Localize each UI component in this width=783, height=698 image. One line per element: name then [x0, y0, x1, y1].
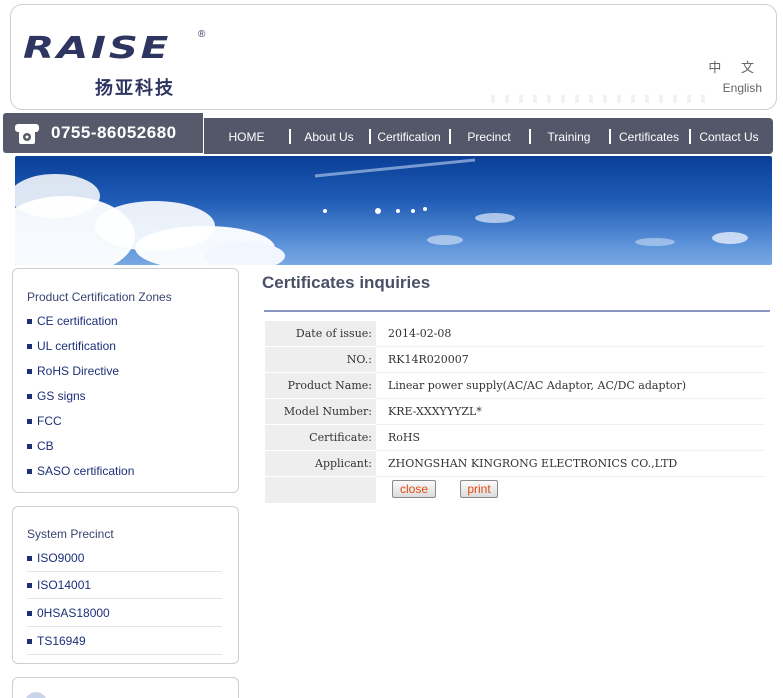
bullet-icon [27, 369, 32, 375]
label-number: NO.: [265, 347, 376, 372]
header-decoration [491, 95, 711, 103]
sidebar-item-ce[interactable]: CE certification [27, 314, 118, 328]
value-date-of-issue: 2014-02-08 [388, 327, 452, 340]
nav-certification[interactable]: Certification [369, 118, 449, 154]
sky-banner [15, 156, 772, 265]
value-certificate: RoHS [388, 431, 421, 444]
language-english-link[interactable]: English [723, 81, 762, 95]
banner-clouds-image [15, 158, 748, 265]
value-product-name: Linear power supply(AC/AC Adaptor, AC/DC… [388, 379, 687, 392]
product-certification-panel: Product Certification Zones CE certifica… [12, 268, 239, 493]
sidebar-item-ul[interactable]: UL certification [27, 339, 116, 353]
bullet-icon [27, 583, 32, 589]
label-applicant: Applicant: [265, 451, 376, 476]
print-button[interactable]: print [460, 480, 498, 498]
title-divider [264, 310, 770, 312]
site-header: RAISE ® 扬亚科技 中 文 English [10, 4, 777, 110]
sidebar-item-cb[interactable]: CB [27, 439, 54, 453]
panel-title-product-certification: Product Certification Zones [27, 290, 172, 304]
raise-logo[interactable]: RAISE ® 扬亚科技 [23, 29, 213, 101]
page-title: Certificates inquiries [262, 273, 431, 292]
nav-home[interactable]: HOME [204, 118, 289, 154]
certificate-details-table: Date of issue: 2014-02-08 NO.: RK14R0200… [265, 321, 765, 503]
sidebar-item-fcc[interactable]: FCC [27, 414, 62, 428]
actions-row: close print [265, 477, 765, 503]
divider [27, 654, 222, 655]
registered-mark: ® [198, 29, 206, 40]
value-applicant: ZHONGSHAN KINGRONG ELECTRONICS CO.,LTD [388, 457, 678, 470]
nav-certificates[interactable]: Certificates [609, 118, 689, 154]
sidebar-item-gs[interactable]: GS signs [27, 389, 86, 403]
sidebar-item-iso14001[interactable]: ISO14001 [27, 578, 91, 592]
bullet-icon [27, 444, 32, 450]
bullet-icon [27, 394, 32, 400]
sidebar-item-saso[interactable]: SASO certification [27, 464, 134, 478]
nav-training[interactable]: Training [529, 118, 609, 154]
table-row: Product Name: Linear power supply(AC/AC … [265, 373, 765, 399]
value-model-number: KRE-XXXYYYZL* [388, 405, 482, 418]
sidebar-item-ohsas18000[interactable]: 0HSAS18000 [27, 606, 110, 620]
system-precinct-panel: System Precinct ISO9000 ISO14001 0HSAS18… [12, 506, 239, 664]
label-date-of-issue: Date of issue: [265, 321, 376, 346]
panel-title-system-precinct: System Precinct [27, 527, 114, 541]
sidebar-item-ts16949[interactable]: TS16949 [27, 634, 86, 648]
main-nav: HOME About Us Certification Precinct Tra… [204, 118, 773, 154]
language-chinese-link[interactable]: 中 文 [708, 57, 762, 76]
divider [27, 626, 222, 627]
label-model-number: Model Number: [265, 399, 376, 424]
nav-contact-us[interactable]: Contact Us [689, 118, 769, 154]
bullet-icon [27, 319, 32, 325]
table-row: Date of issue: 2014-02-08 [265, 321, 765, 347]
divider [27, 598, 222, 599]
logo-wordmark: RAISE [23, 31, 171, 66]
bullet-icon [27, 344, 32, 350]
table-row: NO.: RK14R020007 [265, 347, 765, 373]
sidebar-item-iso9000[interactable]: ISO9000 [27, 551, 84, 565]
bullet-icon [27, 556, 32, 562]
sidebar-item-rohs[interactable]: RoHS Directive [27, 364, 119, 378]
bullet-icon [27, 419, 32, 425]
bullet-icon [27, 611, 32, 617]
nav-about-us[interactable]: About Us [289, 118, 369, 154]
phone-icon [15, 124, 39, 144]
close-button[interactable]: close [392, 480, 436, 498]
contact-icon [25, 692, 47, 698]
table-row: Certificate: RoHS [265, 425, 765, 451]
divider [27, 571, 222, 572]
nav-precinct[interactable]: Precinct [449, 118, 529, 154]
bullet-icon [27, 639, 32, 645]
value-number: RK14R020007 [388, 353, 469, 366]
label-certificate: Certificate: [265, 425, 376, 450]
phone-number: 0755-86052680 [51, 123, 177, 142]
logo-chinese-name: 扬亚科技 [95, 78, 175, 99]
sidebar-panel-partial [12, 677, 239, 698]
table-row: Model Number: KRE-XXXYYYZL* [265, 399, 765, 425]
table-row: Applicant: ZHONGSHAN KINGRONG ELECTRONIC… [265, 451, 765, 477]
phone-box: 0755-86052680 [3, 113, 203, 153]
bullet-icon [27, 469, 32, 475]
label-product-name: Product Name: [265, 373, 376, 398]
